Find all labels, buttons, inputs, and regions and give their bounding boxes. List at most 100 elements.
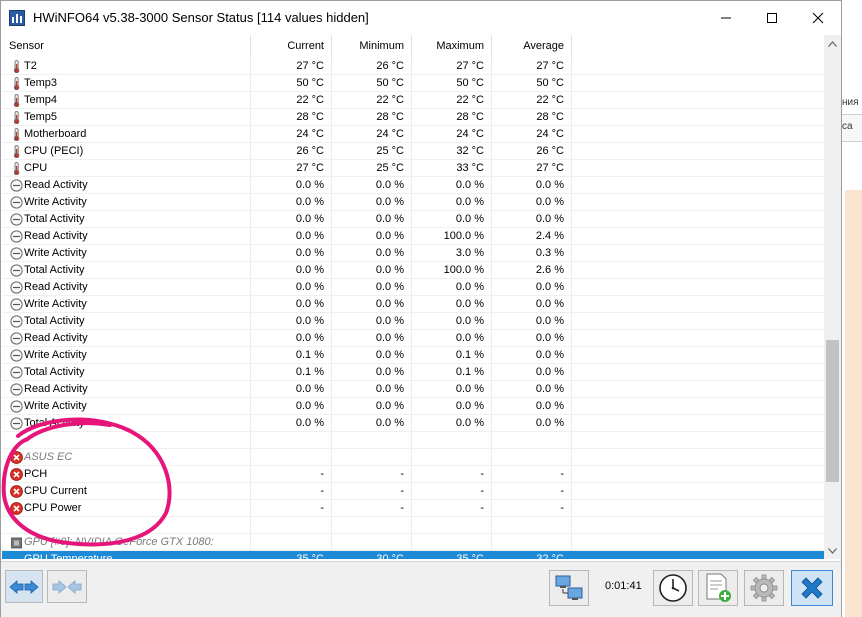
logging-start-button[interactable] (698, 570, 738, 606)
table-row[interactable]: Temp4 22 °C 22 °C 22 °C 22 °C (2, 92, 824, 109)
table-row[interactable]: Read Activity 0.0 % 0.0 % 0.0 % 0.0 % (2, 330, 824, 347)
current-value-cell: 24 °C (251, 126, 332, 143)
table-row[interactable]: Write Activity 0.0 % 0.0 % 0.0 % 0.0 % (2, 398, 824, 415)
table-row[interactable]: CPU Current - - - - (2, 483, 824, 500)
table-row[interactable]: Read Activity 0.0 % 0.0 % 100.0 % 2.4 % (2, 228, 824, 245)
close-icon (801, 577, 823, 599)
current-value-cell (251, 534, 332, 551)
sensor-name-cell: Temp5 (2, 109, 251, 126)
table-row[interactable]: Total Activity 0.0 % 0.0 % 0.0 % 0.0 % (2, 415, 824, 432)
navigate-right-left-button[interactable] (47, 570, 87, 603)
scrollbar-thumb[interactable] (826, 340, 839, 482)
vertical-scrollbar[interactable] (824, 35, 841, 559)
column-header-average[interactable]: Average (492, 35, 572, 58)
table-row[interactable]: Write Activity 0.1 % 0.0 % 0.1 % 0.0 % (2, 347, 824, 364)
average-value-cell: 0.0 % (492, 347, 572, 364)
table-row[interactable] (2, 432, 824, 449)
navigate-left-right-button[interactable] (5, 570, 43, 603)
sensor-name-label: Total Activity (24, 366, 85, 378)
table-row[interactable]: Total Activity 0.1 % 0.0 % 0.1 % 0.0 % (2, 364, 824, 381)
thermometer-icon (10, 111, 23, 125)
maximum-value-cell: 35 °C (412, 551, 492, 559)
maximum-value-cell: 28 °C (412, 109, 492, 126)
average-value-cell (492, 449, 572, 466)
table-row[interactable]: Read Activity 0.0 % 0.0 % 0.0 % 0.0 % (2, 279, 824, 296)
average-value-cell: - (492, 500, 572, 517)
minimum-value-cell: 30 °C (332, 551, 412, 559)
table-row[interactable]: Write Activity 0.0 % 0.0 % 0.0 % 0.0 % (2, 194, 824, 211)
column-header-sensor[interactable]: Sensor (2, 35, 251, 58)
table-row[interactable]: GPU Temperature 35 °C 30 °C 35 °C 32 °C (2, 551, 824, 559)
maximize-button[interactable] (749, 1, 795, 34)
sensor-name-cell: Total Activity (2, 211, 251, 228)
average-value-cell: 0.0 % (492, 177, 572, 194)
current-value-cell: - (251, 466, 332, 483)
table-row[interactable]: Temp3 50 °C 50 °C 50 °C 50 °C (2, 75, 824, 92)
average-value-cell: 0.0 % (492, 381, 572, 398)
current-value-cell: - (251, 500, 332, 517)
table-row[interactable]: Total Activity 0.0 % 0.0 % 0.0 % 0.0 % (2, 313, 824, 330)
table-row[interactable] (2, 517, 824, 534)
table-row[interactable]: Total Activity 0.0 % 0.0 % 0.0 % 0.0 % (2, 211, 824, 228)
network-sensors-button[interactable] (549, 570, 589, 606)
close-sensors-button[interactable] (791, 570, 833, 606)
row-filler-cell (572, 160, 824, 177)
minimum-value-cell: 0.0 % (332, 330, 412, 347)
average-value-cell: 2.6 % (492, 262, 572, 279)
table-row[interactable]: T2 27 °C 26 °C 27 °C 27 °C (2, 58, 824, 75)
minimum-value-cell: 0.0 % (332, 296, 412, 313)
sensor-name-label: Read Activity (24, 179, 88, 191)
average-value-cell: 27 °C (492, 160, 572, 177)
current-value-cell (251, 432, 332, 449)
table-row[interactable]: Read Activity 0.0 % 0.0 % 0.0 % 0.0 % (2, 381, 824, 398)
maximum-value-cell: 33 °C (412, 160, 492, 177)
sensor-name-label: Temp4 (24, 94, 58, 106)
table-row[interactable]: Write Activity 0.0 % 0.0 % 3.0 % 0.3 % (2, 245, 824, 262)
column-header-maximum[interactable]: Maximum (412, 35, 492, 58)
row-filler-cell (572, 500, 824, 517)
average-value-cell: 0.0 % (492, 398, 572, 415)
clock-reset-button[interactable] (653, 570, 693, 606)
minimum-value-cell: 0.0 % (332, 313, 412, 330)
maximum-value-cell: 0.0 % (412, 381, 492, 398)
maximum-value-cell (412, 449, 492, 466)
average-value-cell: 50 °C (492, 75, 572, 92)
sensor-name-label: Write Activity (24, 298, 87, 310)
maximum-value-cell: 0.0 % (412, 177, 492, 194)
maximum-value-cell: 0.0 % (412, 415, 492, 432)
table-row[interactable]: Motherboard 24 °C 24 °C 24 °C 24 °C (2, 126, 824, 143)
settings-button[interactable] (744, 570, 784, 606)
maximum-value-cell: - (412, 466, 492, 483)
sensor-name-label: Temp5 (24, 111, 58, 123)
table-row[interactable]: PCH - - - - (2, 466, 824, 483)
minimize-button[interactable] (703, 1, 749, 34)
sensor-table[interactable]: Sensor Current Minimum Maximum Average T… (2, 35, 824, 559)
row-filler-cell (572, 551, 824, 559)
sensor-name-label: PCH (24, 468, 48, 480)
sensor-name-cell: Read Activity (2, 381, 251, 398)
table-row[interactable]: Temp5 28 °C 28 °C 28 °C 28 °C (2, 109, 824, 126)
current-value-cell: 0.0 % (251, 313, 332, 330)
column-header-minimum[interactable]: Minimum (332, 35, 412, 58)
current-value-cell: 0.0 % (251, 194, 332, 211)
title-bar[interactable]: HWiNFO64 v5.38-3000 Sensor Status [114 v… (1, 1, 841, 34)
table-row[interactable]: CPU (PECI) 26 °C 25 °C 32 °C 26 °C (2, 143, 824, 160)
current-value-cell: 0.0 % (251, 330, 332, 347)
table-row[interactable]: CPU Power - - - - (2, 500, 824, 517)
scroll-up-arrow[interactable] (824, 35, 841, 52)
maximum-value-cell: 0.0 % (412, 296, 492, 313)
table-row[interactable]: Read Activity 0.0 % 0.0 % 0.0 % 0.0 % (2, 177, 824, 194)
row-filler-cell (572, 109, 824, 126)
table-row[interactable]: CPU 27 °C 25 °C 33 °C 27 °C (2, 160, 824, 177)
table-row[interactable]: Total Activity 0.0 % 0.0 % 100.0 % 2.6 % (2, 262, 824, 279)
sensor-group-row[interactable]: ASUS EC (2, 449, 824, 466)
current-value-cell: 0.0 % (251, 279, 332, 296)
table-row[interactable]: Write Activity 0.0 % 0.0 % 0.0 % 0.0 % (2, 296, 824, 313)
column-header-current[interactable]: Current (251, 35, 332, 58)
close-window-button[interactable] (795, 1, 841, 34)
average-value-cell: 24 °C (492, 126, 572, 143)
sensor-group-row[interactable]: GPU [#0]: NVIDIA GeForce GTX 1080: (2, 534, 824, 551)
sensor-name-cell: Write Activity (2, 347, 251, 364)
scroll-down-arrow[interactable] (824, 542, 841, 559)
sensor-name-label: Read Activity (24, 332, 88, 344)
